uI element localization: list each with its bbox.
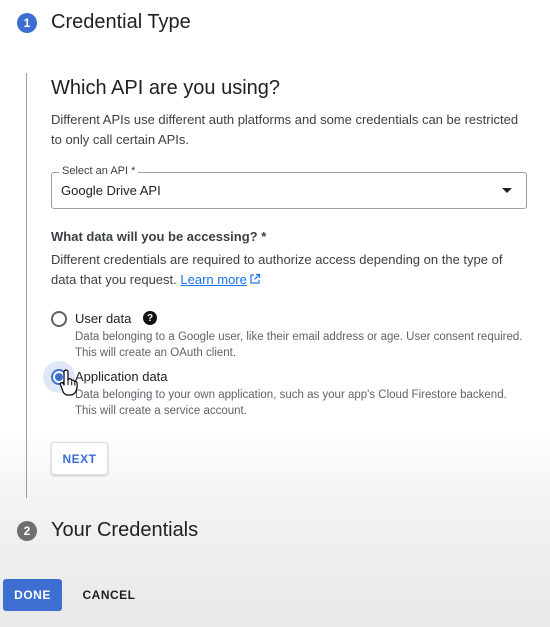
data-question-description: Different credentials are required to au… — [51, 250, 531, 290]
application-data-label[interactable]: Application data — [75, 369, 168, 384]
help-icon[interactable]: ? — [143, 311, 157, 325]
next-button[interactable]: NEXT — [51, 442, 108, 475]
step-connector-line — [26, 73, 27, 498]
step-1-badge: 1 — [17, 13, 37, 33]
section-description: Different APIs use different auth platfo… — [51, 112, 519, 147]
user-data-radio[interactable] — [51, 311, 67, 327]
section-heading: Which API are you using? — [51, 77, 281, 99]
user-data-label[interactable]: User data — [75, 311, 131, 326]
api-select-label: Select an API * — [59, 165, 139, 177]
done-button[interactable]: DONE — [3, 579, 62, 611]
cancel-button[interactable]: CANCEL — [78, 579, 140, 611]
step-2-badge: 2 — [17, 521, 37, 541]
external-link-icon — [250, 273, 260, 284]
learn-more-link[interactable]: Learn more — [180, 272, 246, 287]
api-select[interactable]: Select an API * Google Drive API — [51, 165, 527, 209]
user-data-description: Data belonging to a Google user, like th… — [75, 331, 523, 359]
data-question-text: Different credentials are required to au… — [51, 252, 503, 287]
dropdown-arrow-icon — [502, 188, 512, 193]
hand-cursor-icon — [59, 369, 78, 396]
step-2-title: Your Credentials — [51, 519, 199, 541]
data-question-label: What data will you be accessing? * — [51, 229, 267, 244]
api-select-value: Google Drive API — [61, 183, 161, 198]
application-data-description: Data belonging to your own application, … — [75, 389, 507, 417]
step-1-title: Credential Type — [51, 11, 191, 33]
